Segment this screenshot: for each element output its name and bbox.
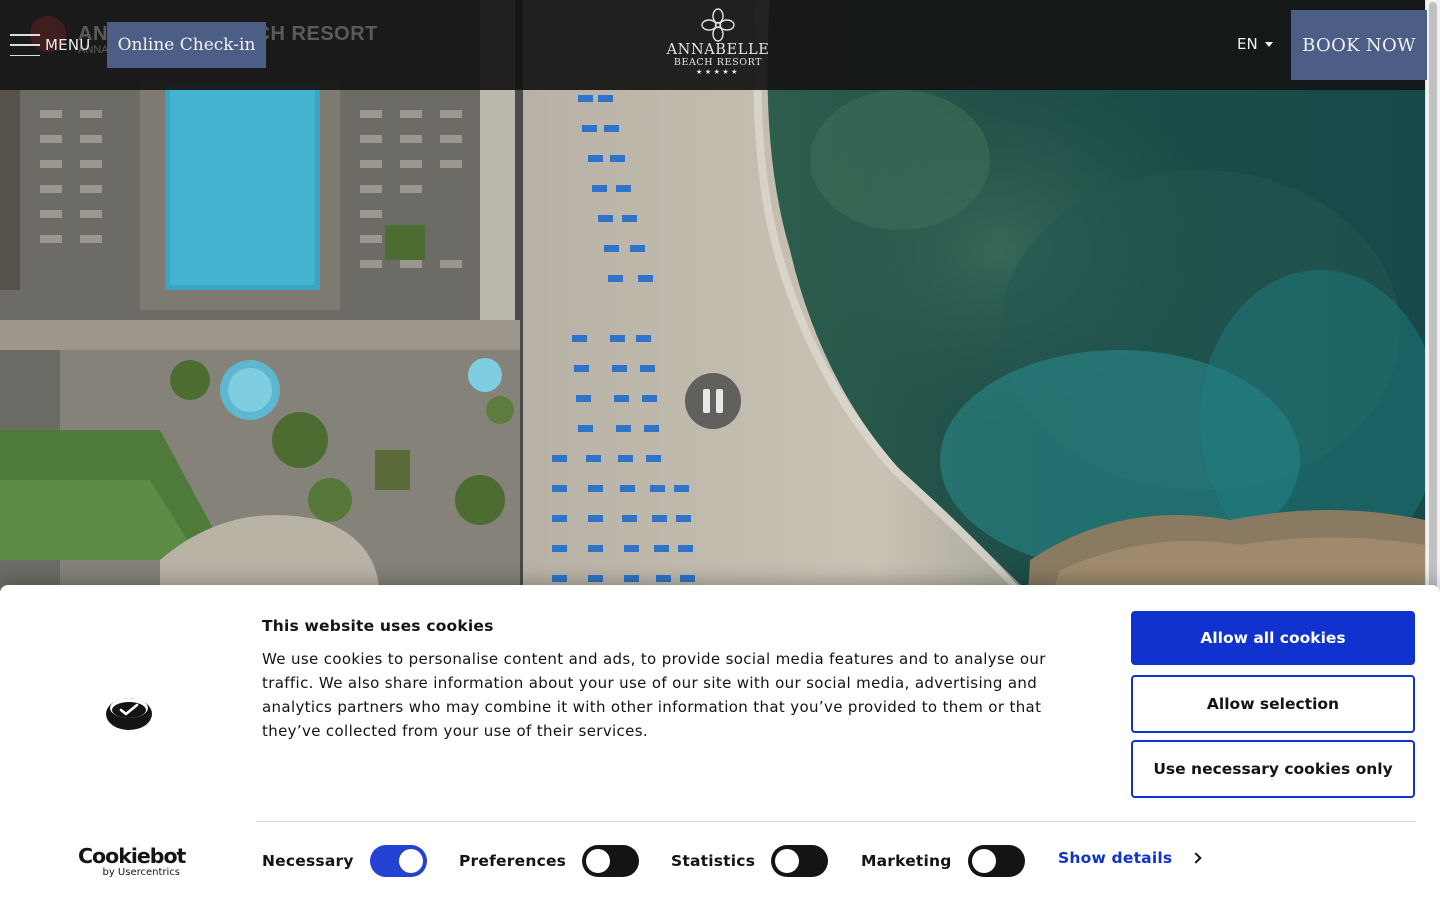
caret-down-icon (1264, 41, 1273, 47)
menu-label: MENU (45, 36, 91, 54)
cookie-description: We use cookies to personalise content an… (262, 650, 1046, 740)
allow-all-cookies-button[interactable]: Allow all cookies (1131, 611, 1415, 665)
toggle-marketing[interactable] (967, 845, 1025, 877)
video-pause-button[interactable] (685, 373, 741, 429)
book-now-button[interactable]: BOOK NOW (1291, 10, 1427, 80)
pause-icon (703, 389, 710, 413)
hamburger-icon (10, 34, 40, 56)
language-selector[interactable]: EN (1237, 35, 1273, 53)
show-details-link[interactable]: Show details (1058, 849, 1202, 867)
toggle-preferences[interactable] (582, 845, 640, 877)
logo-stars: ★★★★★ (696, 68, 740, 76)
show-details-label: Show details (1058, 849, 1173, 867)
scrollbar-thumb[interactable] (1429, 2, 1437, 592)
language-current: EN (1237, 35, 1258, 53)
toggle-group-necessary: Necessary (262, 845, 427, 877)
chevron-right-icon (1190, 852, 1202, 864)
logo-line2: BEACH RESORT (673, 57, 763, 68)
divider (256, 821, 1416, 822)
toggle-group-statistics: Statistics (671, 845, 829, 877)
cookiebot-brand[interactable]: Cookiebot by Usercentrics (78, 844, 186, 879)
online-checkin-button[interactable]: Online Check-in (107, 22, 266, 68)
quatrefoil-logo-icon (701, 8, 735, 42)
cookiebot-byline: by Usercentrics (102, 867, 180, 878)
logo-line1: ANNABELLE (666, 42, 770, 58)
toggle-label-preferences: Preferences (459, 852, 567, 870)
toggle-label-statistics: Statistics (671, 852, 756, 870)
toggle-label-marketing: Marketing (861, 852, 952, 870)
cookie-consent-banner: This website uses cookies We use cookies… (0, 585, 1440, 900)
cookie-title: This website uses cookies (262, 617, 494, 635)
toggle-statistics[interactable] (771, 845, 829, 877)
toggle-group-preferences: Preferences (459, 845, 640, 877)
cookiebot-name: Cookiebot (78, 844, 186, 868)
toggle-label-necessary: Necessary (262, 852, 354, 870)
toggle-group-marketing: Marketing (861, 845, 1025, 877)
site-header: ANNABELLE BEACH RESORT ANNA MENU Online … (0, 0, 1425, 90)
site-logo[interactable]: ANNABELLE BEACH RESORT ★★★★★ (658, 8, 778, 83)
cookiebot-icon (105, 693, 153, 735)
menu-button[interactable]: MENU (10, 31, 90, 59)
toggle-necessary[interactable] (369, 845, 427, 877)
necessary-cookies-only-button[interactable]: Use necessary cookies only (1131, 740, 1415, 798)
allow-selection-button[interactable]: Allow selection (1131, 675, 1415, 733)
